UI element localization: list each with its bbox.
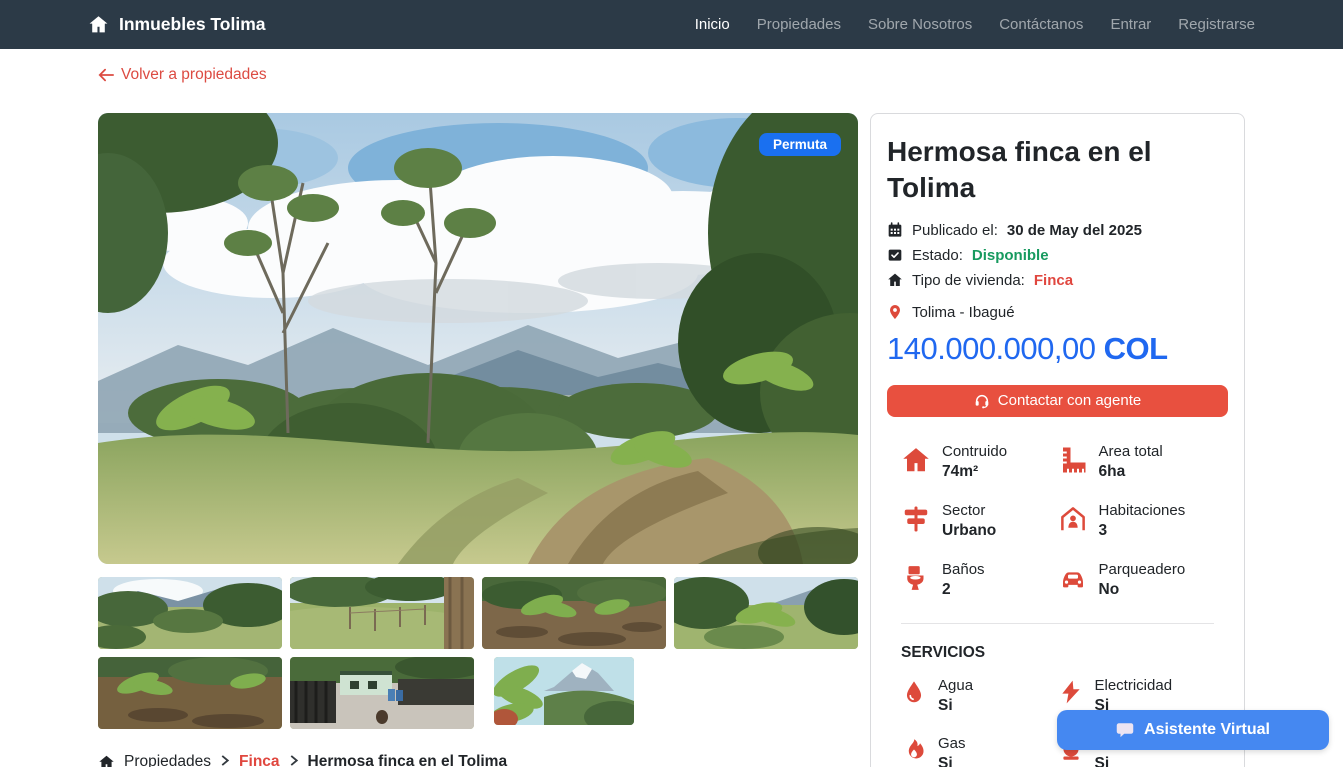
details-grid: Contruido74m² Area total6ha SectorUrbano… (887, 443, 1228, 599)
house-person-icon (1058, 504, 1088, 534)
thumbnail-photo-1[interactable] (98, 577, 282, 649)
price-currency: COL (1104, 331, 1168, 366)
main-photo[interactable]: Permuta (98, 113, 858, 564)
chat-bubble-icon (1116, 722, 1134, 738)
nav-item-propiedades[interactable]: Propiedades (757, 16, 841, 33)
water-drop-icon (901, 679, 927, 705)
navbar: Inmuebles Tolima Inicio Propiedades Sobr… (0, 0, 1343, 49)
published-value: 30 de May del 2025 (1007, 222, 1142, 239)
nav-item-inicio[interactable]: Inicio (695, 16, 730, 33)
price-amount: 140.000.000,00 (887, 331, 1096, 366)
house-icon (887, 272, 903, 288)
nav-item-contactanos[interactable]: Contáctanos (999, 16, 1083, 33)
ruler-icon (1058, 445, 1088, 475)
house-icon (901, 445, 931, 475)
breadcrumb-propiedades[interactable]: Propiedades (124, 753, 211, 767)
tipo-label: Tipo de vivienda: (912, 272, 1025, 289)
contact-agent-button[interactable]: Contactar con agente (887, 385, 1228, 417)
breadcrumb-finca[interactable]: Finca (239, 753, 279, 767)
brand-title: Inmuebles Tolima (119, 14, 266, 35)
headset-icon (974, 393, 990, 409)
detail-area-total: Area total6ha (1058, 443, 1215, 481)
home-icon (98, 754, 115, 767)
landscape-photo (98, 113, 858, 564)
detail-parqueadero: ParqueaderoNo (1058, 561, 1215, 599)
property-title: Hermosa finca en el Tolima (887, 134, 1228, 207)
virtual-assistant-button[interactable]: Asistente Virtual (1057, 710, 1329, 750)
thumbnail-photo-3[interactable] (482, 577, 666, 649)
thumbnail-strip (98, 577, 858, 729)
contact-agent-label: Contactar con agente (998, 392, 1141, 409)
lightning-icon (1058, 679, 1084, 705)
divider (901, 623, 1214, 624)
thumbnail-photo-2[interactable] (290, 577, 474, 649)
nav-links: Inicio Propiedades Sobre Nosotros Contác… (695, 16, 1255, 33)
calendar-icon (887, 222, 903, 238)
property-card: Hermosa finca en el Tolima Publicado el:… (870, 113, 1245, 767)
arrow-left-icon (98, 68, 114, 82)
location-text: Tolima - Ibagué (912, 304, 1015, 321)
services-heading: SERVICIOS (901, 644, 1214, 662)
brand-link[interactable]: Inmuebles Tolima (88, 14, 266, 35)
price: 140.000.000,00 COL (887, 331, 1228, 367)
service-agua: AguaSi (901, 677, 1058, 715)
virtual-assistant-label: Asistente Virtual (1144, 721, 1270, 739)
estado-label: Estado: (912, 247, 963, 264)
map-pin-icon (887, 304, 903, 320)
breadcrumb-current: Hermosa finca en el Tolima (308, 753, 508, 767)
thumbnail-photo-5[interactable] (98, 657, 282, 729)
toilet-icon (901, 563, 931, 593)
location-row: Tolima - Ibagué (887, 304, 1228, 321)
car-icon (1058, 563, 1088, 593)
chevron-right-icon (289, 753, 299, 767)
thumbnail-photo-7[interactable] (494, 657, 634, 725)
breadcrumb: Propiedades Finca Hermosa finca en el To… (98, 753, 858, 767)
signpost-icon (901, 504, 931, 534)
estado-row: Estado: Disponible (887, 247, 1228, 264)
home-icon (88, 14, 109, 35)
published-label: Publicado el: (912, 222, 998, 239)
nav-item-sobre-nosotros[interactable]: Sobre Nosotros (868, 16, 972, 33)
service-gas: GasSi (901, 735, 1058, 767)
tipo-row: Tipo de vivienda: Finca (887, 272, 1228, 289)
check-square-icon (887, 247, 903, 263)
thumbnail-photo-6[interactable] (290, 657, 474, 729)
nav-item-entrar[interactable]: Entrar (1110, 16, 1151, 33)
detail-habitaciones: Habitaciones3 (1058, 502, 1215, 540)
detail-sector: SectorUrbano (901, 502, 1058, 540)
back-to-properties-link[interactable]: Volver a propiedades (98, 66, 267, 84)
nav-item-registrarse[interactable]: Registrarse (1178, 16, 1255, 33)
chevron-right-icon (220, 753, 230, 767)
thumbnail-photo-4[interactable] (674, 577, 858, 649)
detail-banos: Baños2 (901, 561, 1058, 599)
tipo-value: Finca (1034, 272, 1073, 289)
estado-value: Disponible (972, 247, 1049, 264)
detail-contruido: Contruido74m² (901, 443, 1058, 481)
flame-icon (901, 737, 927, 763)
published-row: Publicado el: 30 de May del 2025 (887, 222, 1228, 239)
permuta-badge: Permuta (759, 133, 841, 156)
